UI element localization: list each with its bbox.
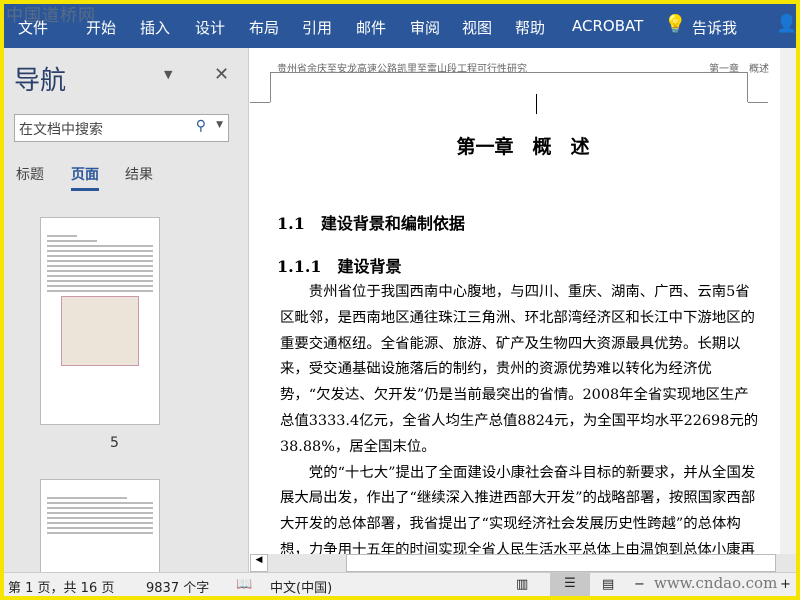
header-rule <box>270 72 748 102</box>
paragraph: 党的“十七大”提出了全面建设小康社会奋斗目标的新要求，并从全国发展大局出发，作出… <box>280 464 756 554</box>
tell-me-button[interactable]: 告诉我 <box>692 17 737 38</box>
language[interactable]: 中文(中国) <box>270 577 332 596</box>
vertical-scrollbar[interactable] <box>780 48 796 554</box>
ribbon: 中国道桥网 文件 开始 插入 设计 布局 引用 邮件 审阅 视图 帮助 ACRO… <box>4 4 796 48</box>
horizontal-scrollbar[interactable]: ◀ <box>250 554 796 572</box>
margin-guide <box>748 102 768 103</box>
tab-insert[interactable]: 插入 <box>140 17 170 38</box>
nav-options-dropdown-icon[interactable]: ▼ <box>164 68 172 81</box>
watermark-url: www.cndao.com <box>654 574 778 592</box>
tab-home[interactable]: 开始 <box>86 17 116 38</box>
zoom-in-icon[interactable]: + <box>780 577 791 592</box>
heading-2: 1.1.1 建设背景 <box>277 257 402 276</box>
proofing-icon[interactable]: 📖 <box>236 577 252 592</box>
paragraph: 贵州省位于我国西南中心腹地，与四川、重庆、湖南、广西、云南5省区毗邻，是西南地区… <box>280 284 759 455</box>
tab-layout[interactable]: 布局 <box>249 17 279 38</box>
tab-file[interactable]: 文件 <box>18 17 48 38</box>
search-placeholder: 在文档中搜索 <box>19 122 103 138</box>
tab-pages[interactable]: 页面 <box>71 164 99 191</box>
page-count[interactable]: 第 1 页，共 16 页 <box>8 577 114 596</box>
document-area[interactable]: 贵州省余庆至安龙高速公路凯里至雷山段工程可行性研究 第一章 概述 第一章 概 述 … <box>250 48 796 554</box>
share-user-icon[interactable]: 👤 <box>776 14 796 34</box>
tab-view[interactable]: 视图 <box>462 17 492 38</box>
tab-results[interactable]: 结果 <box>125 164 153 184</box>
scroll-left-icon[interactable]: ◀ <box>250 554 268 572</box>
tab-help[interactable]: 帮助 <box>515 17 545 38</box>
print-layout-icon[interactable]: ☰ <box>550 573 590 596</box>
tab-headings[interactable]: 标题 <box>16 164 44 184</box>
chapter-title: 第一章 概 述 <box>456 136 590 158</box>
word-count[interactable]: 9837 个字 <box>146 577 209 596</box>
navigation-pane: 导航 ▼ ✕ 在文档中搜索 ⚲ ▼ 标题 页面 结果 5 <box>4 48 249 579</box>
search-options-icon[interactable]: ▼ <box>216 120 223 130</box>
tab-acrobat[interactable]: ACROBAT <box>572 17 643 35</box>
word-window: 中国道桥网 文件 开始 插入 设计 布局 引用 邮件 审阅 视图 帮助 ACRO… <box>4 4 796 596</box>
body-text: 贵州省位于我国西南中心腹地，与四川、重庆、湖南、广西、云南5省区毗邻，是西南地区… <box>280 280 762 554</box>
text-cursor <box>536 94 537 114</box>
status-bar: 第 1 页，共 16 页 9837 个字 📖 中文(中国) ▥ ☰ ▤ − ww… <box>4 572 796 596</box>
search-icon[interactable]: ⚲ <box>196 118 206 134</box>
page-number-label: 5 <box>110 435 119 451</box>
close-icon[interactable]: ✕ <box>214 64 229 85</box>
page-thumbnail[interactable] <box>40 217 160 425</box>
read-mode-icon[interactable]: ▥ <box>516 577 528 592</box>
tab-review[interactable]: 审阅 <box>410 17 440 38</box>
map-thumbnail <box>61 296 139 366</box>
tab-references[interactable]: 引用 <box>302 17 332 38</box>
tab-design[interactable]: 设计 <box>195 17 225 38</box>
nav-title: 导航 <box>14 66 67 96</box>
page-thumbnail[interactable] <box>40 479 160 579</box>
zoom-out-icon[interactable]: − <box>634 577 645 592</box>
scroll-thumb[interactable] <box>346 554 776 572</box>
search-input[interactable]: 在文档中搜索 ⚲ ▼ <box>14 114 229 142</box>
tab-mailings[interactable]: 邮件 <box>356 17 386 38</box>
lightbulb-icon[interactable]: 💡 <box>664 14 686 35</box>
web-layout-icon[interactable]: ▤ <box>602 577 614 592</box>
heading-1: 1.1 建设背景和编制依据 <box>277 214 465 233</box>
margin-guide <box>250 102 270 103</box>
